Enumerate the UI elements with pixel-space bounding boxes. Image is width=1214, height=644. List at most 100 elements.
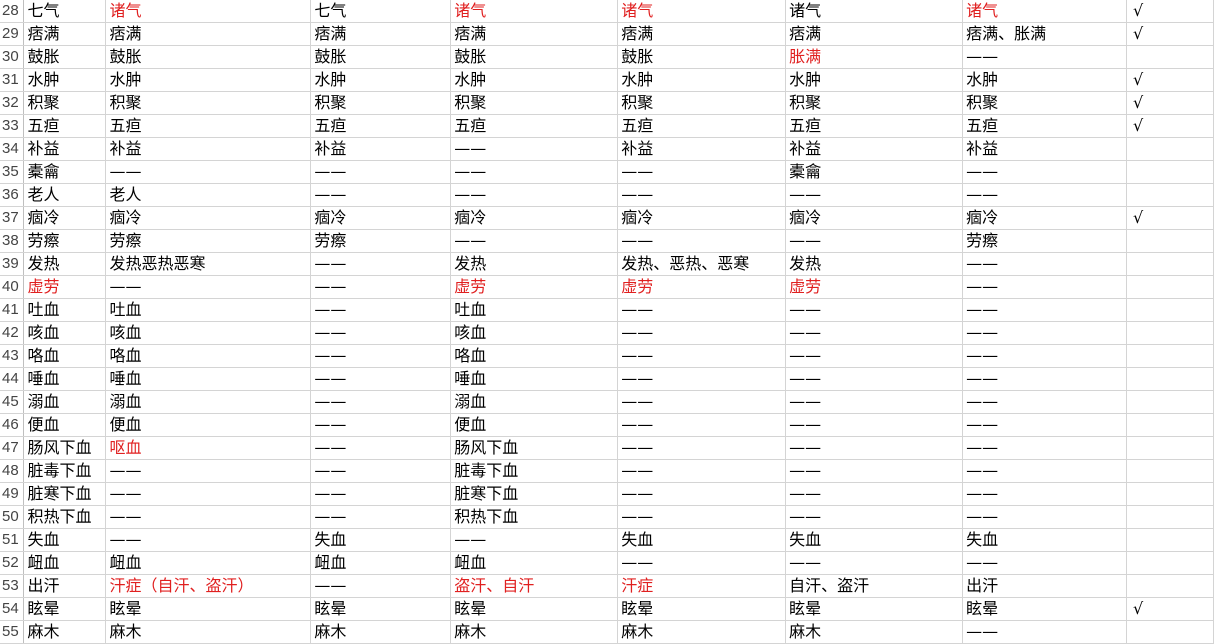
table-cell[interactable]: —— <box>310 505 452 529</box>
table-cell[interactable]: 五疸 <box>23 114 107 138</box>
table-cell[interactable]: 溺血 <box>23 390 107 414</box>
check-cell[interactable] <box>1126 229 1214 253</box>
check-cell[interactable]: √ <box>1126 22 1214 46</box>
table-cell[interactable]: 汗症（自汗、盗汗） <box>105 574 312 598</box>
table-cell[interactable]: —— <box>785 321 964 345</box>
check-cell[interactable]: √ <box>1126 597 1214 621</box>
table-cell[interactable]: 衄血 <box>23 551 107 575</box>
table-cell[interactable]: 麻木 <box>617 620 787 644</box>
table-cell[interactable]: 劳瘵 <box>962 229 1127 253</box>
check-cell[interactable] <box>1126 551 1214 575</box>
table-cell[interactable]: —— <box>785 413 964 437</box>
table-cell[interactable]: 水肿 <box>450 68 619 92</box>
row-header[interactable]: 32 <box>0 91 25 115</box>
table-cell[interactable]: 失血 <box>310 528 452 552</box>
table-cell[interactable]: —— <box>962 505 1127 529</box>
table-cell[interactable]: —— <box>785 390 964 414</box>
table-cell[interactable]: 出汗 <box>23 574 107 598</box>
table-cell[interactable]: —— <box>105 459 312 483</box>
check-cell[interactable]: √ <box>1126 91 1214 115</box>
table-cell[interactable]: —— <box>450 160 619 184</box>
table-cell[interactable]: —— <box>962 183 1127 207</box>
row-header[interactable]: 47 <box>0 436 25 460</box>
table-cell[interactable]: —— <box>617 344 787 368</box>
table-cell[interactable]: 麻木 <box>105 620 312 644</box>
table-cell[interactable]: 肠风下血 <box>23 436 107 460</box>
table-cell[interactable]: —— <box>310 390 452 414</box>
table-cell[interactable]: 发热 <box>450 252 619 276</box>
row-header[interactable]: 38 <box>0 229 25 253</box>
table-cell[interactable]: 眩晕 <box>23 597 107 621</box>
table-cell[interactable]: —— <box>785 436 964 460</box>
table-cell[interactable]: 衄血 <box>310 551 452 575</box>
table-cell[interactable]: 麻木 <box>310 620 452 644</box>
table-cell[interactable]: 便血 <box>450 413 619 437</box>
table-cell[interactable]: 痞满 <box>105 22 312 46</box>
table-cell[interactable]: 眩晕 <box>450 597 619 621</box>
table-cell[interactable]: 失血 <box>785 528 964 552</box>
table-cell[interactable]: 失血 <box>962 528 1127 552</box>
row-header[interactable]: 35 <box>0 160 25 184</box>
table-cell[interactable]: —— <box>617 298 787 322</box>
table-cell[interactable]: 水肿 <box>105 68 312 92</box>
table-cell[interactable]: —— <box>617 321 787 345</box>
table-cell[interactable]: 出汗 <box>962 574 1127 598</box>
row-header[interactable]: 30 <box>0 45 25 69</box>
row-header[interactable]: 51 <box>0 528 25 552</box>
row-header[interactable]: 49 <box>0 482 25 506</box>
table-cell[interactable]: 劳瘵 <box>23 229 107 253</box>
table-cell[interactable]: 诸气 <box>617 0 787 23</box>
table-cell[interactable]: —— <box>785 505 964 529</box>
check-cell[interactable] <box>1126 160 1214 184</box>
row-header[interactable]: 37 <box>0 206 25 230</box>
table-cell[interactable]: —— <box>962 275 1127 299</box>
check-cell[interactable] <box>1126 482 1214 506</box>
table-cell[interactable]: 痞满、胀满 <box>962 22 1127 46</box>
table-cell[interactable]: —— <box>617 482 787 506</box>
table-cell[interactable]: 衄血 <box>450 551 619 575</box>
check-cell[interactable]: √ <box>1126 68 1214 92</box>
row-header[interactable]: 34 <box>0 137 25 161</box>
table-cell[interactable]: 补益 <box>310 137 452 161</box>
table-cell[interactable]: —— <box>962 551 1127 575</box>
check-cell[interactable] <box>1126 183 1214 207</box>
table-cell[interactable]: 发热、恶热、恶寒 <box>617 252 787 276</box>
row-header[interactable]: 43 <box>0 344 25 368</box>
table-cell[interactable]: 水肿 <box>617 68 787 92</box>
table-cell[interactable]: 补益 <box>617 137 787 161</box>
table-cell[interactable]: 溺血 <box>105 390 312 414</box>
table-cell[interactable]: 自汗、盗汗 <box>785 574 964 598</box>
table-cell[interactable]: 老人 <box>23 183 107 207</box>
table-cell[interactable]: 水肿 <box>962 68 1127 92</box>
table-cell[interactable]: —— <box>962 482 1127 506</box>
table-cell[interactable]: 积聚 <box>617 91 787 115</box>
table-cell[interactable]: 积聚 <box>962 91 1127 115</box>
table-cell[interactable]: —— <box>962 367 1127 391</box>
table-cell[interactable]: —— <box>310 413 452 437</box>
table-cell[interactable]: 咯血 <box>105 344 312 368</box>
table-cell[interactable]: —— <box>962 413 1127 437</box>
table-cell[interactable]: 积聚 <box>105 91 312 115</box>
table-cell[interactable]: 眩晕 <box>617 597 787 621</box>
table-cell[interactable]: 盗汗、自汗 <box>450 574 619 598</box>
table-cell[interactable]: 痼冷 <box>450 206 619 230</box>
row-header[interactable]: 40 <box>0 275 25 299</box>
table-cell[interactable]: 眩晕 <box>105 597 312 621</box>
table-cell[interactable]: —— <box>617 436 787 460</box>
table-cell[interactable]: 失血 <box>23 528 107 552</box>
table-cell[interactable]: 鼓胀 <box>23 45 107 69</box>
table-cell[interactable]: 五疸 <box>962 114 1127 138</box>
table-cell[interactable]: 脏寒下血 <box>450 482 619 506</box>
check-cell[interactable] <box>1126 390 1214 414</box>
table-cell[interactable]: —— <box>962 436 1127 460</box>
table-cell[interactable]: 五疸 <box>617 114 787 138</box>
check-cell[interactable] <box>1126 413 1214 437</box>
table-cell[interactable]: 唾血 <box>23 367 107 391</box>
table-cell[interactable]: —— <box>310 482 452 506</box>
table-cell[interactable]: —— <box>962 620 1127 644</box>
table-cell[interactable]: 发热 <box>23 252 107 276</box>
table-cell[interactable]: —— <box>785 298 964 322</box>
table-cell[interactable]: 脏毒下血 <box>450 459 619 483</box>
table-cell[interactable]: 痼冷 <box>105 206 312 230</box>
table-cell[interactable]: 橐龠 <box>23 160 107 184</box>
